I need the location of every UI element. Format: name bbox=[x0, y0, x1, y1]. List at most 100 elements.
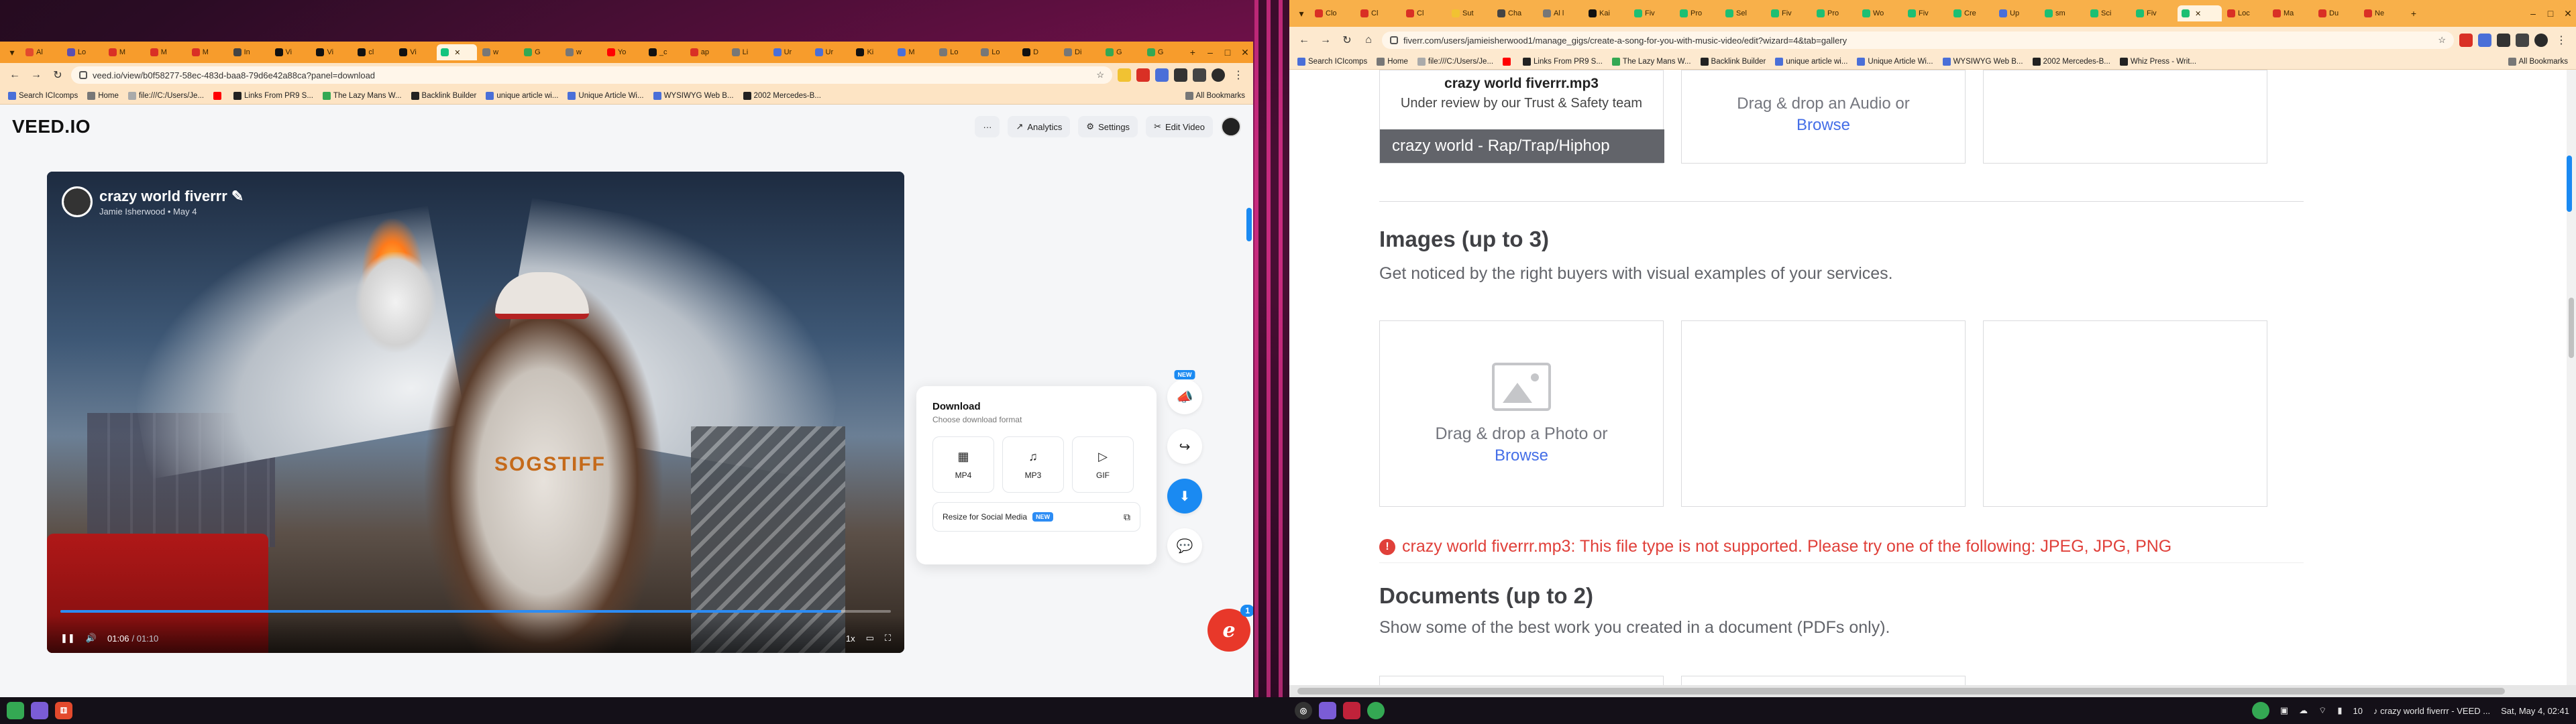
download-icon[interactable] bbox=[2516, 34, 2529, 47]
extension-icon[interactable] bbox=[1136, 68, 1150, 82]
extension-icon[interactable] bbox=[1155, 68, 1169, 82]
extension-icon[interactable] bbox=[1118, 68, 1131, 82]
veed-logo[interactable]: VEED.IO bbox=[12, 116, 91, 137]
browser-tab[interactable]: Al bbox=[21, 44, 62, 60]
browser-tab[interactable]: Yo bbox=[603, 44, 643, 60]
browser-tab[interactable]: G bbox=[1102, 44, 1142, 60]
now-playing[interactable]: ♪ crazy world fiverrr - VEED ... bbox=[2373, 706, 2490, 716]
resize-social-button[interactable]: Resize for Social Media NEW ⧉ bbox=[932, 502, 1140, 532]
browser-tab[interactable]: Lo bbox=[977, 44, 1017, 60]
chrome-status-icon[interactable] bbox=[2251, 702, 2269, 719]
horizontal-scrollbar[interactable] bbox=[1289, 685, 2576, 697]
browser-tab[interactable]: Sel bbox=[1721, 5, 1766, 21]
format-gif-button[interactable]: ▷ GIF bbox=[1072, 436, 1134, 493]
video-title[interactable]: crazy world fiverrr ✎ bbox=[99, 188, 244, 205]
bookmark-item[interactable]: Links From PR9 S... bbox=[233, 91, 313, 100]
files-icon[interactable] bbox=[1319, 702, 1336, 719]
site-info-icon[interactable] bbox=[79, 71, 87, 79]
forward-icon[interactable]: → bbox=[28, 67, 44, 83]
bookmark-item[interactable]: Backlink Builder bbox=[411, 91, 476, 100]
browser-tab[interactable]: Fiv bbox=[2132, 5, 2176, 21]
video-player[interactable]: SOGSTIFF crazy world fiverrr ✎ Jamie Ish… bbox=[47, 172, 904, 653]
extensions-puzzle-icon[interactable] bbox=[1174, 68, 1187, 82]
bookmark-item[interactable]: 2002 Mercedes-B... bbox=[743, 91, 821, 100]
bookmark-item[interactable]: WYSIWYG Web B... bbox=[653, 91, 734, 100]
browser-tab[interactable]: _c bbox=[645, 44, 685, 60]
browser-tab[interactable]: ap bbox=[686, 44, 727, 60]
browser-tab[interactable]: Vi bbox=[395, 44, 435, 60]
extension-icon[interactable] bbox=[2478, 34, 2491, 47]
new-tab-icon[interactable]: + bbox=[2406, 5, 2422, 21]
browser-tab[interactable]: Wo bbox=[1858, 5, 1902, 21]
playback-speed[interactable]: 1x bbox=[846, 634, 855, 644]
minimize-icon[interactable]: – bbox=[1202, 44, 1218, 60]
browser-tab[interactable]: Up bbox=[1995, 5, 2039, 21]
bookmark-item[interactable]: Home bbox=[87, 91, 119, 100]
volume-icon[interactable]: 🔊 bbox=[86, 633, 97, 644]
format-mp4-button[interactable]: ▦ MP4 bbox=[932, 436, 994, 493]
browser-tab[interactable]: Li bbox=[728, 44, 768, 60]
browser-tab[interactable]: Du bbox=[2314, 5, 2359, 21]
browser-tab[interactable]: G bbox=[1143, 44, 1183, 60]
battery-icon[interactable]: ▮ bbox=[2337, 705, 2342, 716]
scrollbar-thumb[interactable] bbox=[1297, 688, 2505, 695]
app-icon[interactable]: ⚅ bbox=[55, 702, 72, 719]
bookmark-item[interactable]: Links From PR9 S... bbox=[1523, 57, 1603, 66]
image-empty-slot[interactable] bbox=[1681, 320, 1966, 507]
profile-avatar-icon[interactable] bbox=[1212, 68, 1225, 82]
browser-tab-active[interactable]: ✕ bbox=[437, 44, 478, 60]
close-tab-icon[interactable]: ✕ bbox=[2195, 9, 2201, 18]
download-button[interactable]: ⬇ bbox=[1167, 479, 1202, 514]
bookmark-item[interactable] bbox=[213, 91, 224, 100]
close-window-icon[interactable]: ✕ bbox=[1237, 44, 1253, 60]
browser-tab[interactable]: Fiv bbox=[1767, 5, 1811, 21]
all-bookmarks[interactable]: All Bookmarks bbox=[2508, 57, 2568, 66]
chrome-icon[interactable] bbox=[1367, 702, 1385, 719]
browser-tab[interactable]: Pro bbox=[1676, 5, 1720, 21]
browser-tab[interactable]: Lo bbox=[63, 44, 103, 60]
audio-drop-zone[interactable]: Drag & drop an Audio or Browse bbox=[1681, 70, 1966, 164]
close-tab-icon[interactable]: ✕ bbox=[454, 48, 460, 57]
browser-tab[interactable]: M bbox=[146, 44, 186, 60]
browser-tab[interactable]: Sut bbox=[1448, 5, 1492, 21]
browser-tab[interactable]: Cl bbox=[1402, 5, 1446, 21]
browser-tab[interactable]: Cl bbox=[1356, 5, 1401, 21]
profile-avatar-icon[interactable] bbox=[2534, 34, 2548, 47]
browser-tab[interactable]: Loc bbox=[2223, 5, 2267, 21]
audio-title-field[interactable]: crazy world - Rap/Trap/Hiphop bbox=[1380, 129, 1664, 163]
bookmark-item[interactable]: Unique Article Wi... bbox=[1857, 57, 1933, 66]
bookmark-star-icon[interactable]: ☆ bbox=[2438, 35, 2446, 46]
settings-button[interactable]: ⚙ Settings bbox=[1078, 116, 1138, 137]
bookmark-item[interactable]: Home bbox=[1377, 57, 1408, 66]
browser-tab[interactable]: Vi bbox=[271, 44, 311, 60]
browser-tab[interactable]: Sci bbox=[2086, 5, 2131, 21]
scroll-accent[interactable] bbox=[1246, 208, 1252, 241]
browser-tab[interactable]: Ne bbox=[2360, 5, 2404, 21]
browser-tab[interactable]: Kai bbox=[1585, 5, 1629, 21]
fullscreen-icon[interactable]: ⛶ bbox=[885, 633, 891, 644]
bookmark-item[interactable]: Unique Article Wi... bbox=[568, 91, 644, 100]
browser-tab[interactable]: Vi bbox=[312, 44, 352, 60]
audio-browse-link[interactable]: Browse bbox=[1796, 116, 1850, 135]
bookmark-item[interactable]: 2002 Mercedes-B... bbox=[2032, 57, 2110, 66]
browser-tab[interactable]: M bbox=[894, 44, 934, 60]
scroll-accent[interactable] bbox=[2567, 156, 2572, 212]
wifi-icon[interactable]: ⌔ bbox=[2318, 705, 2326, 716]
bookmark-item[interactable]: The Lazy Mans W... bbox=[322, 91, 402, 100]
browser-menu-icon[interactable]: ⋮ bbox=[1230, 67, 1246, 83]
browser-tab[interactable]: Cre bbox=[1949, 5, 1994, 21]
tray-icon[interactable]: ☁ bbox=[2299, 705, 2308, 716]
browser-tab[interactable]: Di bbox=[1060, 44, 1100, 60]
announce-button[interactable]: NEW 📣 bbox=[1167, 370, 1202, 414]
user-avatar[interactable] bbox=[1221, 117, 1241, 137]
back-icon[interactable]: ← bbox=[1296, 32, 1312, 48]
home-icon[interactable]: ⌂ bbox=[1360, 32, 1377, 48]
browser-tab[interactable]: M bbox=[188, 44, 228, 60]
bookmark-item[interactable]: unique article wi... bbox=[1775, 57, 1847, 66]
tab-search-icon[interactable]: ▾ bbox=[4, 44, 20, 60]
minimize-icon[interactable]: – bbox=[2525, 5, 2541, 21]
browser-tab[interactable]: D bbox=[1018, 44, 1059, 60]
format-mp3-button[interactable]: ♫ MP3 bbox=[1002, 436, 1064, 493]
browser-tab[interactable]: Ur bbox=[811, 44, 851, 60]
chrome-icon[interactable] bbox=[7, 702, 24, 719]
